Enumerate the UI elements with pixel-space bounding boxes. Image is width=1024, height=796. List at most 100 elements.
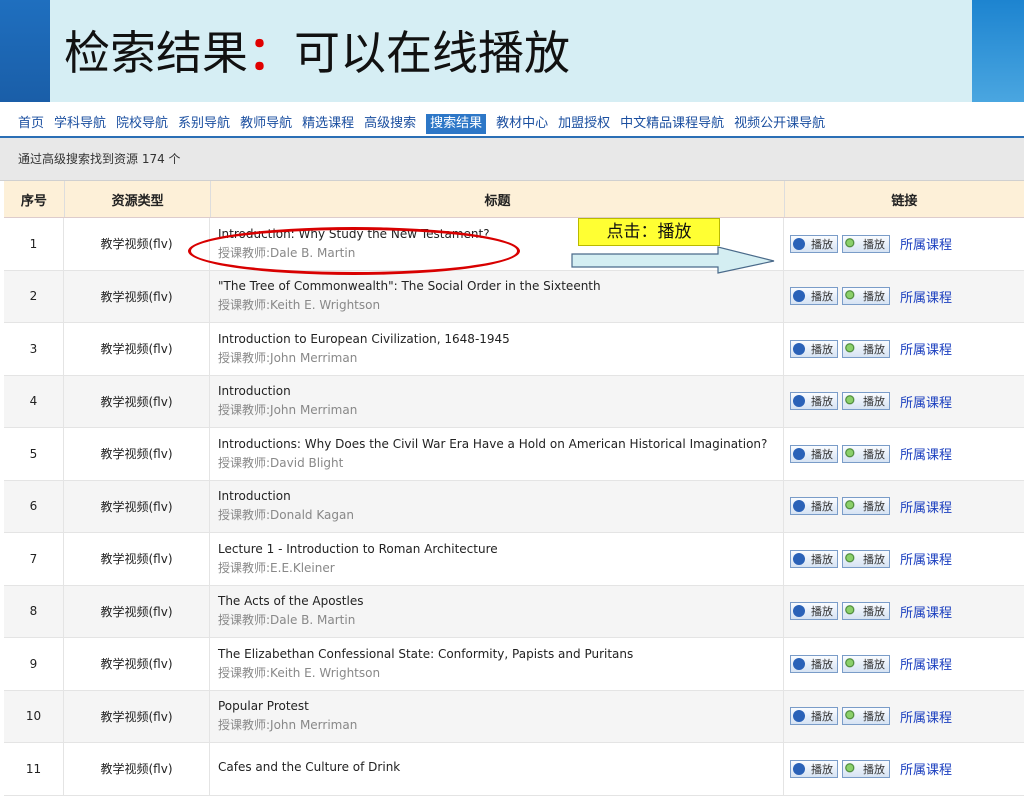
nav-item-9[interactable]: 加盟授权 — [558, 114, 610, 134]
row-index: 7 — [4, 533, 64, 585]
play-button-flash[interactable]: 播放 — [790, 759, 838, 778]
course-link[interactable]: 所属课程 — [900, 707, 952, 726]
nav-item-2[interactable]: 院校导航 — [116, 114, 168, 134]
row-type: 教学视频(flv) — [64, 375, 210, 427]
row-title-link[interactable]: Introductions: Why Does the Civil War Er… — [218, 437, 767, 451]
row-links: 播放 播放 所属课程 — [784, 323, 1024, 375]
row-teacher: 授课教师:John Merriman — [218, 350, 358, 365]
play-button-alt[interactable]: 播放 — [842, 444, 890, 463]
play-label: 播放 — [863, 500, 885, 514]
slide-header: 检索结果：可以在线播放 — [0, 0, 1024, 102]
play-button-alt[interactable]: 播放 — [842, 759, 890, 778]
play-button-flash[interactable]: 播放 — [790, 602, 838, 621]
play-button-alt[interactable]: 播放 — [842, 234, 890, 253]
course-link[interactable]: 所属课程 — [900, 654, 952, 673]
row-title-link[interactable]: The Acts of the Apostles — [218, 594, 363, 608]
row-links: 播放 播放 所属课程 — [784, 428, 1024, 480]
course-link[interactable]: 所属课程 — [900, 392, 952, 411]
row-teacher: 授课教师:Keith E. Wrightson — [218, 665, 381, 680]
play-button-alt[interactable]: 播放 — [842, 549, 890, 568]
play-button-alt[interactable]: 播放 — [842, 339, 890, 358]
play-button-flash[interactable]: 播放 — [790, 234, 838, 253]
play-button-alt[interactable]: 播放 — [842, 392, 890, 411]
course-link[interactable]: 所属课程 — [900, 339, 952, 358]
flash-play-icon — [793, 237, 805, 250]
player-icon — [845, 657, 857, 670]
flash-play-icon — [793, 762, 805, 775]
nav-item-10[interactable]: 中文精品课程导航 — [620, 114, 724, 134]
row-links: 播放 播放 所属课程 — [784, 271, 1024, 323]
flash-play-icon — [793, 710, 805, 723]
play-button-alt[interactable]: 播放 — [842, 707, 890, 726]
row-title-cell: The Acts of the Apostles 授课教师:Dale B. Mar… — [210, 585, 784, 637]
annotation-callout: 点击：播放 — [578, 218, 720, 246]
nav-item-7[interactable]: 搜索结果 — [426, 114, 487, 134]
nav-item-4[interactable]: 教师导航 — [240, 114, 292, 134]
nav-item-6[interactable]: 高级搜索 — [364, 114, 416, 134]
play-button-flash[interactable]: 播放 — [790, 654, 838, 673]
flash-play-icon — [793, 447, 805, 460]
play-button-alt[interactable]: 播放 — [842, 287, 890, 306]
row-index: 8 — [4, 585, 64, 637]
row-links: 播放 播放 所属课程 — [784, 376, 1024, 428]
row-links: 播放 播放 所属课程 — [784, 218, 1024, 270]
row-title-cell: "The Tree of Commonwealth": The Social O… — [210, 270, 784, 322]
row-title-link[interactable]: The Elizabethan Confessional State: Conf… — [218, 647, 633, 661]
play-button-flash[interactable]: 播放 — [790, 444, 838, 463]
row-title-link[interactable]: Cafes and the Culture of Drink — [218, 760, 400, 774]
row-title-link[interactable]: Introduction — [218, 489, 291, 503]
course-link[interactable]: 所属课程 — [900, 444, 952, 463]
row-teacher: 授课教师:E.E.Kleiner — [218, 560, 335, 575]
course-link[interactable]: 所属课程 — [900, 602, 952, 621]
flash-play-icon — [793, 290, 805, 303]
play-button-alt[interactable]: 播放 — [842, 654, 890, 673]
play-button-flash[interactable]: 播放 — [790, 287, 838, 306]
play-button-alt[interactable]: 播放 — [842, 497, 890, 516]
play-label: 播放 — [811, 290, 833, 304]
course-link[interactable]: 所属课程 — [900, 549, 952, 568]
table-row: 11 教学视频(flv) Cafes and the Culture of Drin… — [4, 743, 1024, 796]
header-title: 标题 — [211, 181, 785, 217]
play-label: 播放 — [863, 605, 885, 619]
row-title-link[interactable]: Introduction — [218, 384, 291, 398]
slide-title: 检索结果：可以在线播放 — [64, 20, 570, 86]
table-row: 9 教学视频(flv) The Elizabethan Confessional S… — [4, 638, 1024, 691]
flash-play-icon — [793, 395, 805, 408]
nav-item-0[interactable]: 首页 — [18, 114, 44, 134]
player-icon — [845, 342, 857, 355]
course-link[interactable]: 所属课程 — [900, 497, 952, 516]
table-row: 10 教学视频(flv) Popular Protest 授课教师:John Merr… — [4, 690, 1024, 743]
play-button-flash[interactable]: 播放 — [790, 392, 838, 411]
course-link[interactable]: 所属课程 — [900, 287, 952, 306]
play-button-flash[interactable]: 播放 — [790, 497, 838, 516]
row-type: 教学视频(flv) — [64, 218, 210, 270]
row-title-link[interactable]: Introduction to European Civilization, 1… — [218, 332, 510, 346]
play-button-alt[interactable]: 播放 — [842, 602, 890, 621]
nav-item-11[interactable]: 视频公开课导航 — [734, 114, 825, 134]
row-index: 10 — [4, 690, 64, 742]
row-title-cell: Popular Protest 授课教师:John Merriman — [210, 690, 784, 742]
play-label: 播放 — [863, 552, 885, 566]
play-label: 播放 — [863, 290, 885, 304]
course-link[interactable]: 所属课程 — [900, 759, 952, 778]
nav-item-5[interactable]: 精选课程 — [302, 114, 354, 134]
table-header: 序号 资源类型 标题 链接 — [4, 181, 1024, 218]
header-type: 资源类型 — [65, 181, 212, 217]
row-index: 9 — [4, 638, 64, 690]
row-teacher: 授课教师:John Merriman — [218, 403, 358, 418]
row-teacher: 授课教师:Donald Kagan — [218, 508, 354, 523]
nav-item-1[interactable]: 学科导航 — [54, 114, 106, 134]
row-title-link[interactable]: "The Tree of Commonwealth": The Social O… — [218, 279, 601, 293]
nav-item-3[interactable]: 系别导航 — [178, 114, 230, 134]
row-type: 教学视频(flv) — [64, 690, 210, 742]
course-link[interactable]: 所属课程 — [900, 234, 952, 253]
play-button-flash[interactable]: 播放 — [790, 339, 838, 358]
play-button-flash[interactable]: 播放 — [790, 549, 838, 568]
nav-item-8[interactable]: 教材中心 — [496, 114, 548, 134]
row-title-link[interactable]: Popular Protest — [218, 699, 309, 713]
row-title-link[interactable]: Lecture 1 - Introduction to Roman Archit… — [218, 542, 498, 556]
play-button-flash[interactable]: 播放 — [790, 707, 838, 726]
flash-play-icon — [793, 605, 805, 618]
nav-items: 首页 学科导航 院校导航 系别导航 教师导航 精选课程 高级搜索 搜索结果 教材中心 加盟授权 中文… — [18, 114, 835, 134]
play-label: 播放 — [863, 710, 885, 724]
